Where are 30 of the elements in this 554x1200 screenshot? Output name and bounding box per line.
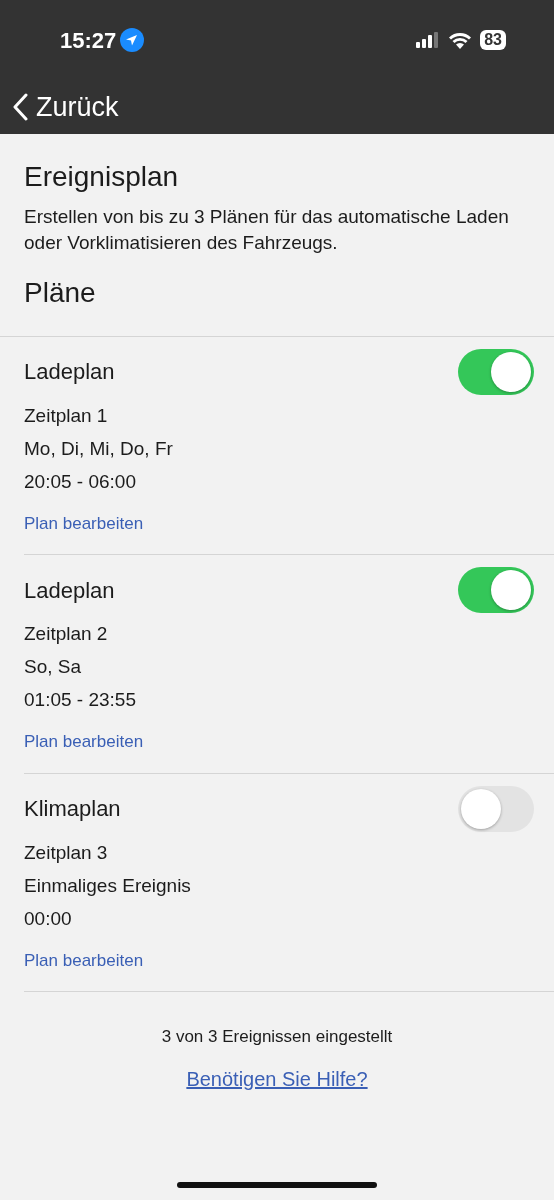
section-title: Pläne — [24, 275, 97, 310]
plan-time: 00:00 — [24, 906, 73, 931]
plan-time: 01:05 - 23:55 — [24, 688, 137, 713]
status-time: 15:27 — [60, 26, 117, 55]
plan-schedule: Zeitplan 2 — [24, 622, 109, 647]
plan-type: Klimaplan — [24, 795, 121, 824]
events-summary: 3 von 3 Ereignissen eingestellt — [160, 1026, 394, 1049]
help-link[interactable]: Benötigen Sie Hilfe? — [186, 1067, 368, 1090]
location-icon — [120, 28, 145, 52]
toggle-switch[interactable] — [458, 567, 534, 614]
plan-days: Mo, Di, Mi, Do, Fr — [24, 431, 534, 465]
plan-type: Ladeplan — [24, 358, 115, 387]
edit-plan-link[interactable]: Plan bearbeiten — [24, 947, 144, 974]
plan-type: Ladeplan — [24, 576, 115, 605]
page-description: Erstellen von bis zu 3 Plänen für das automatische Laden oder Vorklimatisieren des Fahrzeugs. — [24, 204, 510, 255]
toggle-switch[interactable] — [458, 785, 534, 832]
signal-icon — [416, 32, 441, 48]
edit-plan-link[interactable]: Plan bearbeiten — [24, 510, 144, 537]
battery-level: 83 — [480, 30, 506, 50]
edit-plan-link[interactable]: Plan bearbeiten — [24, 729, 144, 755]
plan-days: So, Sa — [24, 650, 534, 684]
page-title: Ereignisplan — [24, 160, 180, 194]
plan-time: 20:05 - 06:00 — [24, 469, 137, 494]
chevron-left-icon — [12, 93, 28, 121]
toggle-switch[interactable] — [458, 348, 534, 395]
plan-days: Einmaliges Ereignis — [24, 868, 534, 902]
wifi-icon — [448, 31, 473, 49]
back-button[interactable]: Zurück — [12, 86, 119, 128]
plan-schedule: Zeitplan 1 — [24, 403, 109, 428]
plan-schedule: Zeitplan 3 — [24, 840, 109, 865]
